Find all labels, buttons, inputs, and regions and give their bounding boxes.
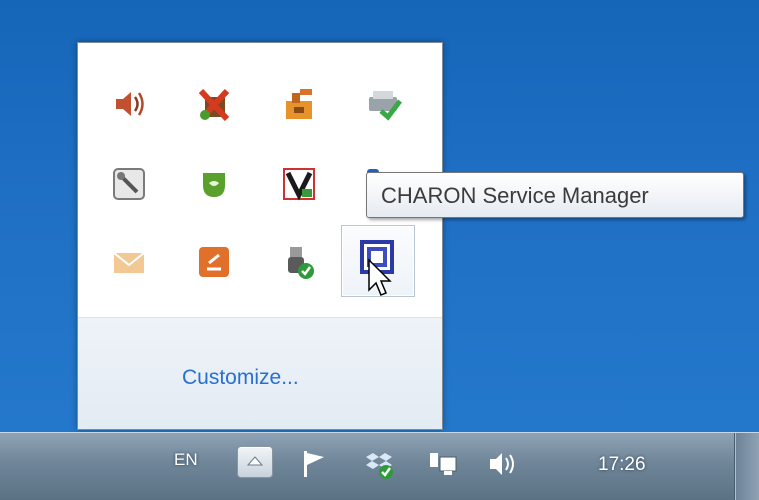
orange-network-icon[interactable] (272, 77, 326, 131)
network-icon[interactable] (426, 447, 460, 481)
language-indicator[interactable]: EN (174, 450, 198, 470)
orange-app-icon[interactable] (187, 235, 241, 289)
network-red-x-icon[interactable] (187, 77, 241, 131)
taskbar: EN 17:26 (0, 432, 759, 500)
printer-check-icon[interactable] (357, 77, 411, 131)
v-app-icon[interactable] (272, 157, 326, 211)
show-desktop-button[interactable] (734, 433, 759, 500)
volume-icon[interactable] (486, 447, 520, 481)
popup-footer: Customize... (78, 317, 442, 429)
usb-check-icon[interactable] (272, 235, 326, 289)
action-center-flag-icon[interactable] (296, 447, 330, 481)
mouse-cursor-icon (368, 258, 392, 296)
mail-icon[interactable] (102, 235, 156, 289)
show-hidden-icons-button[interactable] (237, 446, 273, 478)
tool-icon[interactable] (102, 157, 156, 211)
notification-overflow-popup: Customize... (77, 42, 443, 430)
chevron-up-icon (246, 456, 264, 466)
speaker-icon[interactable] (102, 77, 156, 131)
charon-tooltip: CHARON Service Manager (366, 172, 744, 218)
green-app-icon[interactable] (187, 157, 241, 211)
customize-link[interactable]: Customize... (182, 366, 299, 390)
dropbox-sync-icon[interactable] (362, 447, 396, 481)
system-clock[interactable]: 17:26 (598, 454, 646, 476)
